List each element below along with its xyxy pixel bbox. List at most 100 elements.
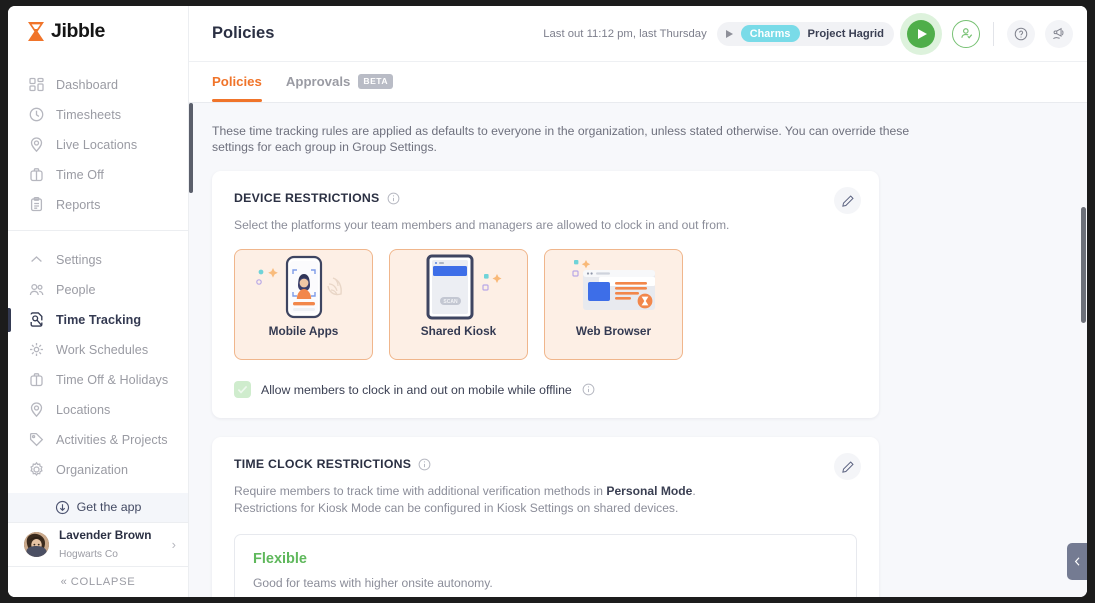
sidebar-item-settings[interactable]: Settings xyxy=(8,245,188,275)
chevron-up-icon xyxy=(28,251,45,268)
pin-icon xyxy=(28,401,45,418)
briefcase-icon xyxy=(28,371,45,388)
sidebar-item-people[interactable]: People xyxy=(8,275,188,305)
logo-text: Jibble xyxy=(51,20,105,43)
device-option-web-browser[interactable]: Web Browser xyxy=(544,249,683,360)
card-subtitle: Select the platforms your team members a… xyxy=(234,218,730,232)
device-label: Shared Kiosk xyxy=(420,324,497,338)
collapse-label: COLLAPSE xyxy=(70,575,136,588)
last-out-status: Last out 11:12 pm, last Thursday xyxy=(543,27,707,40)
restriction-line-1-post: . xyxy=(692,484,696,498)
main-area: Policies Last out 11:12 pm, last Thursda… xyxy=(189,6,1087,597)
profile-texts: Lavender Brown Hogwarts Co xyxy=(59,526,162,562)
sidebar-item-work-schedules[interactable]: Work Schedules xyxy=(8,335,188,365)
time-tracking-icon xyxy=(28,311,45,328)
sidebar-item-time-off-holidays[interactable]: Time Off & Holidays xyxy=(8,365,188,395)
pin-icon xyxy=(28,136,45,153)
topbar: Policies Last out 11:12 pm, last Thursda… xyxy=(189,6,1087,62)
question-circle-icon xyxy=(1014,27,1028,40)
sidebar-item-time-tracking[interactable]: Time Tracking xyxy=(8,305,188,335)
schedule-icon xyxy=(28,341,45,358)
user-check-icon xyxy=(960,28,972,39)
sidebar-item-reports[interactable]: Reports xyxy=(8,190,188,220)
get-the-app-button[interactable]: Get the app xyxy=(8,492,188,523)
scrollbar-right-thumb[interactable] xyxy=(1081,207,1086,323)
offline-option-row: Allow members to clock in and out on mob… xyxy=(234,381,857,398)
device-label: Mobile Apps xyxy=(268,324,339,338)
sidebar-settings-nav: Settings People Time Tracking Work Sched… xyxy=(8,229,188,485)
sidebar-item-timesheets[interactable]: Timesheets xyxy=(8,100,188,130)
info-icon[interactable] xyxy=(387,192,400,205)
sidebar-item-live-locations[interactable]: Live Locations xyxy=(8,130,188,160)
mode-description: Good for teams with higher onsite autono… xyxy=(253,576,493,590)
get-the-app-label: Get the app xyxy=(76,500,142,515)
tab-label: Approvals xyxy=(285,73,351,89)
sidebar-primary-nav: Dashboard Timesheets Live Locations Time… xyxy=(8,58,188,220)
sidebar-item-activities-projects[interactable]: Activities & Projects xyxy=(8,425,188,455)
gear-icon xyxy=(28,461,45,478)
sidebar-item-locations[interactable]: Locations xyxy=(8,395,188,425)
info-icon[interactable] xyxy=(582,383,595,396)
sidebar-item-dashboard[interactable]: Dashboard xyxy=(8,70,188,100)
sidebar-label: Settings xyxy=(56,252,102,267)
edit-device-restrictions-button[interactable] xyxy=(834,187,861,214)
clock-in-button[interactable] xyxy=(900,12,942,55)
device-option-shared-kiosk[interactable]: SCAN Shared Kiosk xyxy=(389,249,528,360)
divider xyxy=(993,21,994,46)
play-small-icon xyxy=(725,29,733,38)
collapse-sidebar-button[interactable]: « COLLAPSE xyxy=(8,565,188,597)
kiosk-tablet-illustration: SCAN xyxy=(400,250,518,324)
time-clock-restrictions-card: TIME CLOCK RESTRICTIONS Require members … xyxy=(212,437,879,597)
sidebar-label: Time Off xyxy=(56,167,104,182)
chevron-left-icon xyxy=(1074,557,1079,566)
sidebar-label: Organization xyxy=(56,462,129,477)
offline-checkbox[interactable] xyxy=(234,381,251,398)
sidebar-label: Live Locations xyxy=(56,137,138,152)
web-browser-illustration xyxy=(555,250,673,324)
sidebar-label: Timesheets xyxy=(56,107,122,122)
device-option-mobile-apps[interactable]: Mobile Apps xyxy=(234,249,373,360)
personal-mode-button[interactable] xyxy=(952,19,980,48)
side-panel-toggle[interactable] xyxy=(1067,543,1087,580)
chevron-right-icon: › xyxy=(171,536,176,552)
sidebar-item-organization[interactable]: Organization xyxy=(8,455,188,485)
scrollbar-left-thumb[interactable] xyxy=(189,103,193,193)
sidebar-label: People xyxy=(56,282,96,297)
sidebar-label: Time Tracking xyxy=(56,312,142,327)
megaphone-hand-icon xyxy=(1053,27,1064,39)
personal-mode-text: Personal Mode xyxy=(606,484,693,498)
sidebar-label: Time Off & Holidays xyxy=(56,372,169,387)
check-icon xyxy=(237,385,248,394)
tab-policies[interactable]: Policies xyxy=(212,62,262,102)
device-options: Mobile Apps SCAN Shared Kiosk Web Browse… xyxy=(234,249,857,360)
mobile-phone-illustration xyxy=(245,250,363,324)
content-scroll-area[interactable]: These time tracking rules are applied as… xyxy=(189,103,1087,597)
beta-badge: BETA xyxy=(358,73,394,89)
clipboard-icon xyxy=(28,196,45,213)
download-icon xyxy=(55,500,70,515)
info-icon[interactable] xyxy=(418,458,431,471)
pencil-icon xyxy=(841,460,854,473)
jibble-logo-icon xyxy=(28,22,44,42)
sidebar-label: Dashboard xyxy=(56,77,119,92)
help-button[interactable] xyxy=(1007,19,1035,48)
card-subtitle: Require members to track time with addit… xyxy=(234,483,857,517)
sidebar-item-time-off[interactable]: Time Off xyxy=(8,160,188,190)
topbar-right: Last out 11:12 pm, last Thursday Charms … xyxy=(543,12,1073,55)
logo[interactable]: Jibble xyxy=(8,6,188,58)
app-window: Jibble Dashboard Timesheets Live Locatio… xyxy=(8,6,1087,597)
card-title: DEVICE RESTRICTIONS xyxy=(234,191,380,205)
sidebar-label: Locations xyxy=(56,402,111,417)
tab-label: Policies xyxy=(212,73,262,89)
clock-icon xyxy=(28,106,45,123)
project-name: Project Hagrid xyxy=(807,27,884,40)
edit-time-clock-restrictions-button[interactable] xyxy=(834,453,861,480)
announcements-button[interactable] xyxy=(1045,19,1073,48)
intro-text: These time tracking rules are applied as… xyxy=(212,124,910,154)
sidebar-label: Activities & Projects xyxy=(56,432,168,447)
tab-approvals[interactable]: Approvals BETA xyxy=(285,62,394,102)
card-title: TIME CLOCK RESTRICTIONS xyxy=(234,457,412,471)
activity-selector[interactable]: Charms Project Hagrid xyxy=(716,21,894,46)
mode-option-flexible[interactable]: Flexible Good for teams with higher onsi… xyxy=(234,534,857,597)
user-profile[interactable]: Lavender Brown Hogwarts Co › xyxy=(8,522,188,565)
